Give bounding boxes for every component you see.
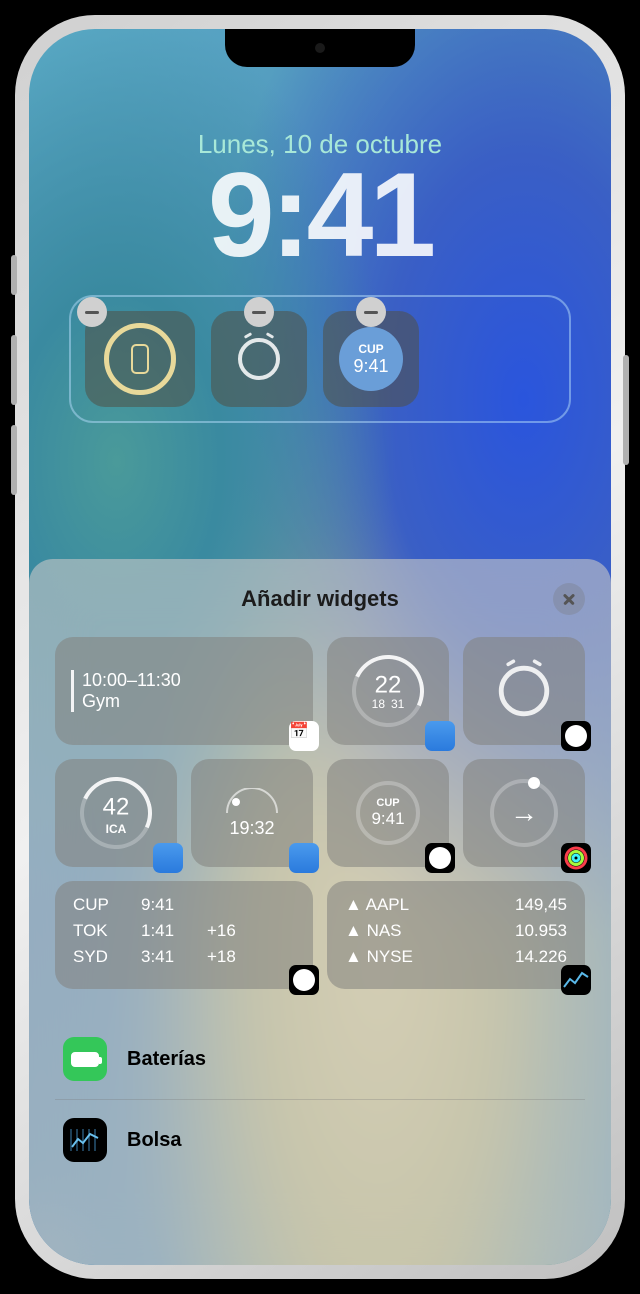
battery-icon: [71, 1052, 99, 1067]
sheet-title: Añadir widgets: [241, 586, 399, 612]
table-row: SYD 3:41 +18: [73, 947, 295, 967]
table-row: ▲ NYSE 14.226: [345, 947, 567, 967]
weather-app-badge-icon: [153, 843, 183, 873]
table-row: TOK 1:41 +16: [73, 921, 295, 941]
world-clock-circle: CUP 9:41: [339, 327, 403, 391]
sunset-time: 19:32: [229, 818, 274, 839]
world-clock-city: CUP: [358, 342, 383, 356]
widget-option-world-clocks-list[interactable]: CUP 9:41 TOK 1:41 +16 SYD 3:41 +18: [55, 881, 313, 989]
calendar-event-name: Gym: [82, 691, 181, 712]
app-list-item-stocks[interactable]: Bolsa: [55, 1100, 585, 1180]
weather-app-badge-icon: [289, 843, 319, 873]
app-name-label: Baterías: [127, 1048, 206, 1071]
lock-screen-area: Lunes, 10 de octubre 9:41 CUP 9:41: [29, 29, 611, 423]
widget-app-list: Baterías Bolsa: [55, 1019, 585, 1180]
alarm-clock-icon: [499, 666, 549, 716]
widget-world-clock[interactable]: CUP 9:41: [323, 311, 419, 407]
widget-option-alarm[interactable]: [463, 637, 585, 745]
table-row: CUP 9:41: [73, 895, 295, 915]
world-clock-time: 9:41: [371, 809, 404, 829]
widget-option-fitness[interactable]: →: [463, 759, 585, 867]
clock-app-badge-icon: [289, 965, 319, 995]
iphone-icon: [131, 344, 149, 374]
widget-alarm[interactable]: [211, 311, 307, 407]
screen: Lunes, 10 de octubre 9:41 CUP 9:41: [29, 29, 611, 1265]
arrow-right-icon: →: [510, 797, 538, 829]
weather-temp-value: 22: [375, 671, 402, 699]
remove-widget-icon[interactable]: [244, 297, 274, 327]
mute-switch: [11, 255, 17, 295]
weather-high: 31: [391, 697, 404, 711]
widget-battery-ring[interactable]: [85, 311, 195, 407]
side-button: [623, 355, 629, 465]
sunset-arc-icon: [222, 788, 282, 818]
add-widgets-sheet: Añadir widgets 10:00–11:30 Gym 📅: [29, 559, 611, 1265]
calendar-app-badge-icon: 📅: [289, 721, 319, 751]
remove-widget-icon[interactable]: [77, 297, 107, 327]
stocks-app-badge-icon: [561, 965, 591, 995]
alarm-clock-icon: [238, 338, 280, 380]
aqi-label: ICA: [106, 822, 127, 836]
widget-option-air-quality[interactable]: 42 ICA: [55, 759, 177, 867]
table-row: ▲ AAPL 149,45: [345, 895, 567, 915]
volume-up-button: [11, 335, 17, 405]
batteries-app-icon: [63, 1037, 107, 1081]
widget-option-sunset[interactable]: 19:32: [191, 759, 313, 867]
battery-ring-icon: [104, 323, 176, 395]
widget-option-world-clock-small[interactable]: CUP 9:41: [327, 759, 449, 867]
volume-down-button: [11, 425, 17, 495]
lockscreen-time[interactable]: 9:41: [29, 155, 611, 275]
fitness-app-badge-icon: [561, 843, 591, 873]
aqi-value: 42: [103, 793, 130, 821]
remove-widget-icon[interactable]: [356, 297, 386, 327]
close-icon: [563, 593, 575, 605]
sheet-header: Añadir widgets: [55, 583, 585, 615]
clock-app-badge-icon: [561, 721, 591, 751]
table-row: ▲ NAS 10.953: [345, 921, 567, 941]
weather-low: 18: [372, 697, 385, 711]
app-list-item-batteries[interactable]: Baterías: [55, 1019, 585, 1100]
clock-app-badge-icon: [425, 843, 455, 873]
widget-option-weather-temp[interactable]: 22 18 31: [327, 637, 449, 745]
widget-option-calendar[interactable]: 10:00–11:30 Gym 📅: [55, 637, 313, 745]
world-clock-time: 9:41: [353, 356, 388, 377]
world-clock-city: CUP: [376, 797, 399, 809]
widget-option-stocks-list[interactable]: ▲ AAPL 149,45 ▲ NAS 10.953 ▲ NYSE 14.226: [327, 881, 585, 989]
stocks-app-icon: [63, 1118, 107, 1162]
close-button[interactable]: [553, 583, 585, 615]
calendar-time-range: 10:00–11:30: [82, 670, 181, 691]
notch: [225, 29, 415, 67]
widget-suggestions-grid: 10:00–11:30 Gym 📅 22 18 31: [55, 637, 585, 989]
lockscreen-widget-strip[interactable]: CUP 9:41: [69, 295, 571, 423]
app-name-label: Bolsa: [127, 1129, 181, 1152]
phone-device-frame: Lunes, 10 de octubre 9:41 CUP 9:41: [15, 15, 625, 1279]
weather-app-badge-icon: [425, 721, 455, 751]
